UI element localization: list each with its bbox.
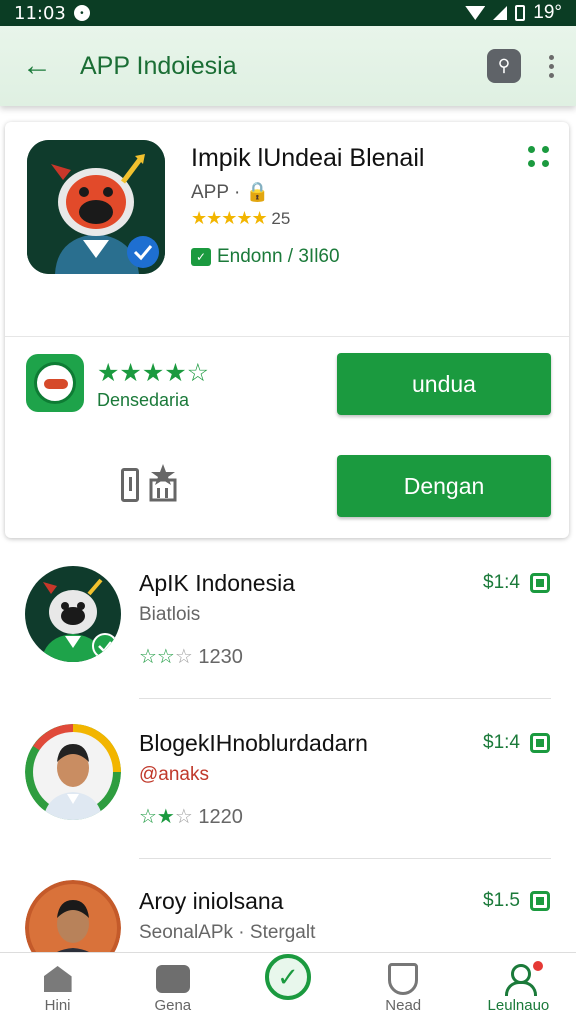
editor-badge: ✓ Endonn / 3Il60 — [191, 246, 340, 268]
nav-games-label: Gena — [154, 997, 192, 1014]
nav-home[interactable]: Hini — [0, 953, 115, 1024]
list-item-rating: ☆☆☆ 1230 — [139, 644, 243, 669]
status-bar: 11:03 • 19° — [0, 0, 576, 26]
list-divider — [139, 858, 551, 859]
featured-app-card: Impik lUndeai Blenail APP · 🔒 ★★★★★ 25 ✓… — [5, 122, 569, 538]
nav-news[interactable]: Nead — [346, 953, 461, 1024]
list-item-price: $1.5 — [483, 890, 520, 911]
secondary-app-icon — [26, 354, 84, 412]
nav-account[interactable]: Leulnauo — [461, 953, 576, 1024]
bottom-navigation: Hini Gena ✓ Nead Leulnauo — [0, 952, 576, 1024]
nav-account-label: Leulnauo — [487, 997, 550, 1014]
lock-icon[interactable]: ⚲ — [487, 49, 521, 83]
rating-stars-grey: ☆ — [174, 806, 193, 828]
rating-stars: ★★★★★ — [191, 208, 268, 228]
list-item-rating: ☆★☆ 1220 — [139, 804, 243, 829]
list-item-subtitle: @anaks — [139, 764, 209, 785]
wifi-icon — [465, 6, 486, 20]
list-item-price: $1:4 — [483, 732, 520, 753]
nav-center[interactable]: ✓ — [230, 953, 345, 1024]
account-icon — [503, 964, 538, 996]
featured-app-name: Impik lUndeai Blenail — [191, 144, 425, 172]
nav-games[interactable]: Gena — [115, 953, 230, 1024]
list-item-avatar — [25, 880, 121, 952]
featured-app-developer: APP · 🔒 — [191, 182, 270, 203]
list-item-price: $1:4 — [483, 572, 520, 593]
mascot-icon — [27, 140, 165, 274]
home-icon — [43, 966, 72, 992]
app-bar-actions: ⚲ — [487, 49, 554, 83]
list-divider — [139, 698, 551, 699]
shield-icon — [388, 963, 419, 995]
list-item[interactable]: Aroy iniolsana SeonalAPk · Stergalt $1.5 — [0, 868, 576, 952]
nav-home-label: Hini — [44, 997, 71, 1014]
list-item[interactable]: ApIK Indonesia Biatlois ☆☆☆ 1230 $1:4 — [0, 548, 576, 708]
app-bar: ← APP Indoiesia ⚲ — [0, 26, 576, 106]
rating-stars-green: ☆☆ — [139, 646, 175, 668]
list-item-title: Aroy iniolsana — [139, 888, 284, 914]
featured-app-rating: ★★★★★ 25 — [191, 208, 290, 229]
badge-check-icon: ✓ — [191, 248, 211, 266]
person-avatar-icon — [25, 724, 121, 820]
status-time: 11:03 — [14, 2, 66, 24]
list-item-title: BlogekIHnoblurdadarn — [139, 730, 368, 756]
share-upload-icon[interactable] — [148, 462, 178, 502]
grid-icon[interactable] — [528, 146, 549, 167]
featured-app-icon — [27, 140, 165, 274]
rating-stars-grey: ☆ — [174, 646, 193, 668]
status-icons: 19° — [465, 2, 562, 24]
list-item-title: ApIK Indonesia — [139, 570, 296, 596]
nav-news-label: Nead — [385, 997, 422, 1014]
page-title: APP Indoiesia — [80, 51, 237, 80]
more-options-icon[interactable] — [549, 54, 554, 78]
install-button[interactable]: undua — [337, 353, 551, 415]
person-avatar-icon — [25, 880, 121, 952]
notification-badge — [530, 959, 545, 973]
notification-icon: • — [73, 5, 90, 21]
list-item-icon — [25, 566, 121, 662]
phone-icon[interactable] — [121, 468, 139, 502]
rating-value: 25 — [271, 209, 291, 228]
card-divider — [5, 336, 569, 337]
list-item[interactable]: BlogekIHnoblurdadarn @anaks ☆★☆ 1220 $1:… — [0, 708, 576, 868]
signal-icon — [493, 6, 508, 20]
open-button[interactable]: Dengan — [337, 455, 551, 517]
status-temperature: 19° — [533, 2, 562, 23]
list-item-subtitle: Biatlois — [139, 604, 201, 625]
mascot-icon — [25, 566, 121, 662]
download-icon[interactable] — [530, 891, 550, 911]
rating-count: 1230 — [198, 646, 243, 668]
secondary-label: Densedaria — [97, 390, 190, 410]
download-icon[interactable] — [530, 573, 550, 593]
check-circle-icon: ✓ — [265, 954, 311, 1000]
back-arrow-icon[interactable]: ← — [22, 49, 58, 83]
rating-stars-green: ☆★ — [139, 806, 175, 828]
download-icon[interactable] — [530, 733, 550, 753]
secondary-rating-stars: ★★★★☆ — [97, 359, 210, 387]
list-item-avatar — [25, 724, 121, 820]
battery-icon — [515, 5, 526, 21]
editor-badge-label: Endonn / 3Il60 — [217, 246, 340, 267]
gamepad-icon — [155, 965, 190, 993]
list-item-subtitle: SeonalAPk · Stergalt — [139, 922, 316, 943]
rating-count: 1220 — [198, 806, 243, 828]
